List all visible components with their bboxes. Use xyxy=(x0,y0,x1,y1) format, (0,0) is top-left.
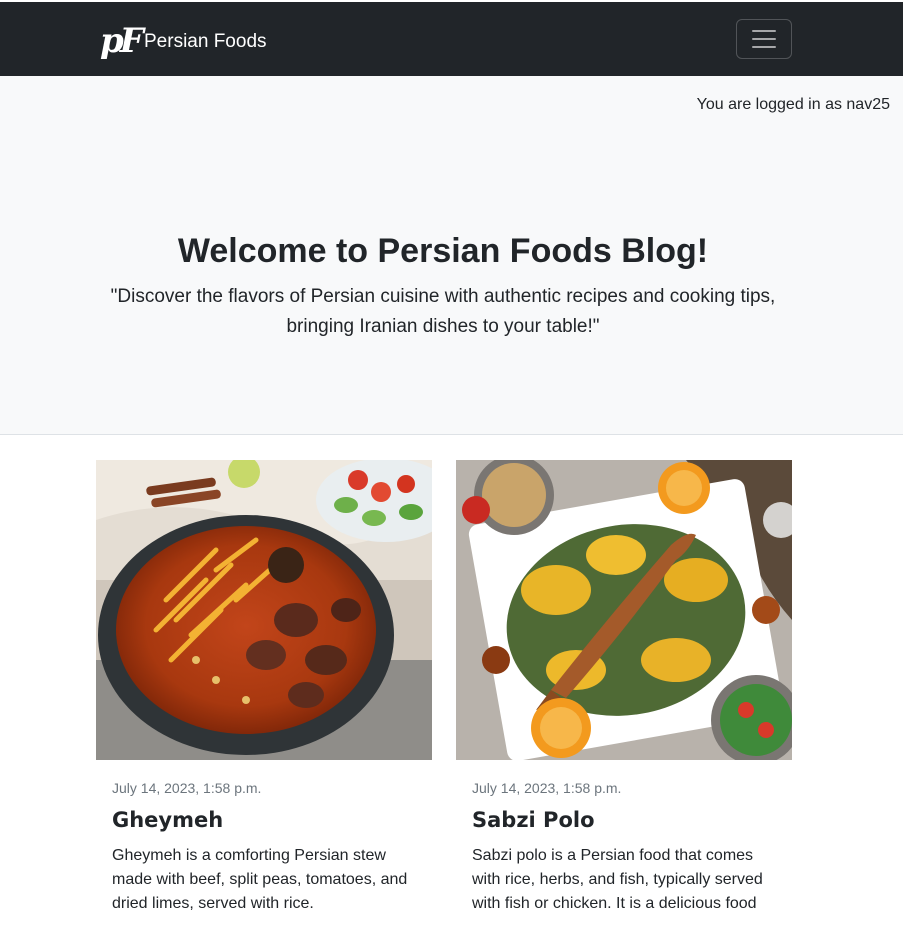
post-title[interactable]: Gheymeh xyxy=(112,808,416,832)
hamburger-menu-icon xyxy=(752,30,776,32)
post-date: July 14, 2023, 1:58 p.m. xyxy=(472,780,622,796)
post-image-gheymeh[interactable] xyxy=(96,460,432,760)
hero-title: Welcome to Persian Foods Blog! xyxy=(177,232,709,270)
post-image-sabzi-polo[interactable] xyxy=(456,460,792,760)
post-card: July 14, 2023, 1:58 p.m. Sabzi Polo Sabz… xyxy=(456,460,792,930)
brand-link[interactable]: pF Persian Foods xyxy=(96,19,267,63)
brand-logo-text: pF xyxy=(100,21,144,61)
post-excerpt: Sabzi polo is a Persian food that comes … xyxy=(472,847,763,912)
post-card: July 14, 2023, 1:58 p.m. Gheymeh Gheymeh… xyxy=(96,460,432,930)
login-status-text: You are logged in as nav25 xyxy=(696,96,890,113)
post-title[interactable]: Sabzi Polo xyxy=(472,808,776,832)
hero-tagline: "Discover the flavors of Persian cuisine… xyxy=(110,286,776,337)
post-card-body: July 14, 2023, 1:58 p.m. Gheymeh Gheymeh… xyxy=(96,780,432,916)
brand-logo: pF xyxy=(96,19,144,63)
hero-section: Welcome to Persian Foods Blog! "Discover… xyxy=(0,132,903,435)
navbar: pF Persian Foods xyxy=(0,2,903,76)
hamburger-menu-icon-bar xyxy=(752,46,776,48)
post-date: July 14, 2023, 1:58 p.m. xyxy=(112,780,262,796)
brand-name: Persian Foods xyxy=(144,30,267,52)
post-excerpt: Gheymeh is a comforting Persian stew mad… xyxy=(112,847,408,912)
login-status-bar: You are logged in as nav25 xyxy=(0,76,903,132)
navbar-toggler-button[interactable] xyxy=(736,19,792,59)
post-card-body: July 14, 2023, 1:58 p.m. Sabzi Polo Sabz… xyxy=(456,780,792,916)
hamburger-menu-icon-bar xyxy=(752,38,776,40)
